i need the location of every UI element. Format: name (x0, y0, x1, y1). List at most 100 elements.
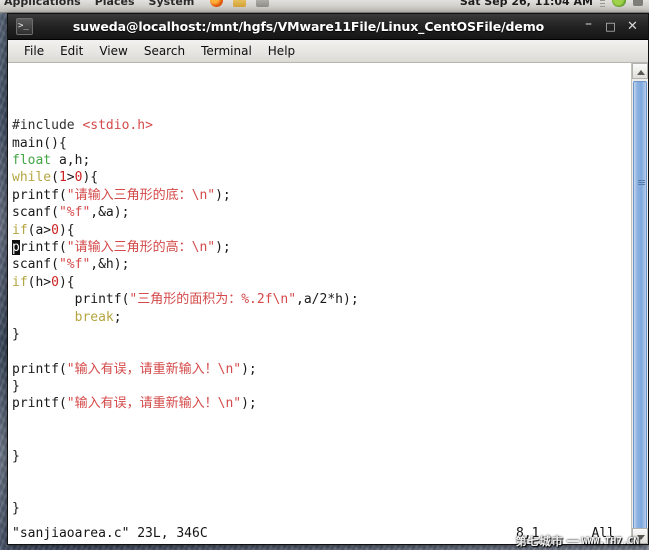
volume-icon[interactable] (633, 0, 643, 6)
code-token: 0 (51, 274, 59, 290)
code-line: } (12, 448, 631, 465)
panel-menu-places[interactable]: Places (95, 0, 135, 8)
vim-text-area[interactable]: #include <stdio.h> main(){float a,h; while… (8, 63, 631, 544)
menu-item-search[interactable]: Search (136, 42, 193, 60)
maximize-icon: □ (605, 19, 616, 33)
status-scroll-indicator: All (591, 526, 615, 541)
code-line: printf("请输入三角形的高：\n"); (12, 239, 631, 256)
code-line: float a,h; (12, 152, 631, 169)
scroll-down-icon[interactable] (632, 528, 648, 544)
code-token: "%f" (58, 257, 91, 273)
close-button[interactable]: ✕ (626, 18, 639, 34)
code-token: ){ (82, 170, 99, 186)
terminal-icon (16, 18, 33, 35)
code-token: float (12, 153, 52, 168)
code-token: printf( (12, 361, 67, 377)
code-token: if (12, 274, 28, 290)
code-token: "三角形的面积为：%.2f\n" (129, 292, 297, 308)
panel-menu-applications[interactable]: Applications (4, 0, 81, 8)
code-token: "输入有误，请重新输入！\n" (66, 396, 242, 412)
code-token: 0 (51, 222, 59, 238)
code-line: main(){ (12, 135, 631, 152)
code-token: 1 (58, 170, 67, 186)
code-line: if(a>0){ (12, 222, 631, 239)
menu-bar: File Edit View Search Terminal Help (8, 40, 648, 63)
code-token: (a> (27, 222, 52, 238)
code-token: ); (241, 396, 257, 412)
code-line: if(h>0){ (12, 274, 631, 291)
code-token: ); (215, 239, 231, 255)
code-token: while (12, 170, 52, 186)
code-line: printf("输入有误，请重新输入！\n"); (12, 361, 631, 378)
code-token: ){ (58, 222, 75, 238)
code-token: scanf( (12, 257, 59, 273)
code-token: main(){ (12, 135, 67, 151)
code-line: while(1>0){ (12, 169, 631, 186)
code-token: ,a/2*h); (296, 292, 359, 308)
code-token: "请输入三角形的底：\n" (66, 187, 216, 203)
code-token: scanf( (12, 205, 59, 221)
panel-separator-icon (600, 0, 605, 7)
scrollbar-track[interactable] (632, 79, 648, 544)
code-line: } (12, 326, 631, 343)
menu-item-terminal[interactable]: Terminal (193, 42, 260, 60)
code-token: } (12, 379, 20, 395)
menu-item-file[interactable]: File (16, 42, 52, 60)
code-line: printf("三角形的面积为：%.2f\n",a/2*h); (12, 291, 631, 308)
code-token: rintf( (19, 239, 67, 255)
code-token: #include (12, 118, 83, 134)
code-line: #include <stdio.h> (12, 117, 631, 134)
scrollbar-grip-icon (638, 180, 645, 185)
code-token: if (12, 222, 28, 238)
terminal-icon[interactable] (256, 0, 269, 7)
code-line: scanf("%f",&h); (12, 256, 631, 273)
terminal-scrollbar[interactable] (631, 63, 648, 544)
minimize-button[interactable]: – (582, 15, 595, 34)
panel-launcher-group (210, 0, 269, 7)
code-token: "%f" (58, 205, 91, 221)
code-token: } (12, 448, 20, 464)
code-token: <stdio.h> (82, 118, 153, 134)
close-icon: ✕ (627, 18, 638, 34)
code-token: printf( (12, 187, 67, 203)
scrollbar-thumb[interactable] (633, 81, 647, 544)
minimize-icon: – (585, 15, 592, 32)
code-line: printf("请输入三角形的底：\n"); (12, 187, 631, 204)
code-token: > (66, 170, 75, 186)
menu-item-view[interactable]: View (91, 42, 135, 60)
firefox-icon[interactable] (210, 0, 223, 7)
menu-item-edit[interactable]: Edit (52, 42, 91, 60)
code-token: ( (51, 170, 59, 186)
code-token: "输入有误，请重新输入！\n" (66, 361, 242, 377)
window-title: suweda@localhost:/mnt/hgfs/VMware11File/… (72, 19, 545, 34)
network-icon[interactable] (612, 0, 626, 7)
menu-item-help[interactable]: Help (260, 42, 303, 60)
code-token: (h> (27, 274, 52, 290)
code-line: scanf("%f",&a); (12, 204, 631, 221)
code-token: ; (113, 309, 122, 325)
panel-menu-group: Applications Places System (4, 0, 194, 8)
code-line: } (12, 500, 631, 517)
terminal-window: suweda@localhost:/mnt/hgfs/VMware11File/… (7, 13, 649, 545)
code-token: } (12, 500, 20, 516)
panel-clock[interactable]: Sat Sep 26, 11:04 AM (460, 0, 593, 8)
window-title-bar[interactable]: suweda@localhost:/mnt/hgfs/VMware11File/… (8, 14, 648, 40)
gnome-top-panel: Applications Places System Sat Sep 26, 1… (0, 0, 649, 13)
status-cursor-position: 8,1 (516, 526, 540, 541)
maximize-button[interactable]: □ (604, 20, 617, 34)
code-line: break; (12, 309, 631, 326)
scroll-up-icon[interactable] (632, 63, 648, 79)
code-line: printf("输入有误，请重新输入！\n"); (12, 395, 631, 412)
text-cursor: p (12, 239, 20, 255)
files-icon[interactable] (233, 0, 246, 7)
code-line: } (12, 378, 631, 395)
code-token: printf( (12, 292, 130, 308)
panel-menu-system[interactable]: System (149, 0, 195, 8)
code-token: ); (241, 361, 257, 377)
code-token: ){ (58, 274, 75, 290)
